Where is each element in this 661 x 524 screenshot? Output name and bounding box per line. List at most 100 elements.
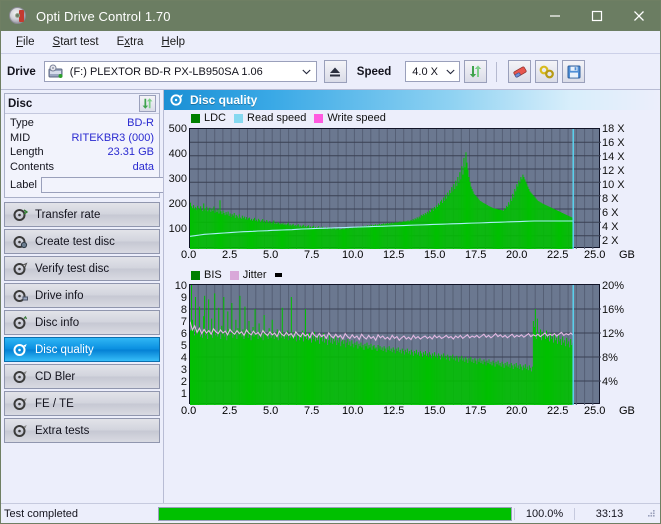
progress-bar (158, 506, 512, 521)
disc-type-value: BD-R (127, 117, 154, 129)
disc-write-icon (11, 234, 29, 250)
minimize-button[interactable] (534, 1, 576, 31)
ldc-xtick-1: 2.5 (222, 249, 238, 261)
menu-file[interactable]: File (7, 33, 44, 51)
sidebar-item-disc-info[interactable]: Disc info (4, 310, 160, 335)
disc-label-row: Label (10, 176, 243, 193)
legend-label-read-speed: Read speed (247, 112, 307, 124)
ldc-xtick-2: 5.0 (263, 249, 279, 261)
legend-label-jitter: Jitter (242, 269, 267, 281)
bis-xtick-10: 25.0 (584, 405, 606, 417)
sidebar-item-label: Disc info (35, 316, 80, 329)
erase-button[interactable] (508, 60, 532, 83)
legend-label-ldc: LDC (204, 112, 227, 124)
disc-arrow-icon (11, 207, 29, 223)
sidebar-item-cd-bler[interactable]: CD Bler (4, 364, 160, 389)
disc-refresh-button[interactable] (139, 95, 156, 112)
ldc-xtick-10: 25.0 (584, 249, 606, 261)
menu-extra-rest: tra (130, 36, 144, 48)
maximize-button[interactable] (576, 1, 618, 31)
sidebar-item-fe-te[interactable]: FE / TE (4, 391, 160, 416)
bis-ytick-4pct: 4% (602, 376, 618, 388)
sidebar-item-verify-test-disc[interactable]: Verify test disc (4, 256, 160, 281)
sidebar-item-transfer-rate[interactable]: Transfer rate (4, 202, 160, 227)
sidebar-item-drive-info[interactable]: Drive info (4, 283, 160, 308)
panel-title: Disc quality (190, 93, 258, 107)
ldc-ytick-14x: 14 X (602, 151, 625, 163)
bis-ytick-8: 8 (180, 304, 187, 316)
sidebar-item-label: Extra tests (35, 424, 90, 437)
sidebar-item-label: FE / TE (35, 397, 74, 410)
drive-select[interactable]: (F:) PLEXTOR BD-R PX-LB950SA 1.06 (43, 61, 317, 82)
disc-properties: Type BD-R MID RITEKBR3 (000) Length 23.3… (5, 114, 243, 197)
ldc-plot-area[interactable] (189, 128, 601, 249)
sidebar-item-disc-quality[interactable]: Disc quality (4, 337, 160, 362)
resize-grip-icon[interactable] (644, 507, 658, 521)
ldc-chart-legend: LDC Read speed Write speed (191, 112, 386, 124)
speed-value: 4.0 X (412, 65, 438, 78)
bis-ytick-3: 3 (180, 364, 187, 376)
disc-row-mid: MID RITEKBR3 (000) (10, 131, 154, 146)
app-window: Opti Drive Control 1.70 File Start test … (0, 0, 661, 524)
progress-fill (159, 507, 511, 520)
close-button[interactable] (618, 1, 660, 31)
bis-ytick-9: 9 (180, 292, 187, 304)
ldc-ytick-200: 200 (168, 198, 187, 210)
sidebar-item-label: Transfer rate (35, 208, 101, 221)
menu-extra[interactable]: Extra (108, 33, 153, 51)
sidebar-item-create-test-disc[interactable]: Create test disc (4, 229, 160, 254)
bis-ytick-7: 7 (180, 316, 187, 328)
menu-help-rest: elp (169, 36, 186, 48)
save-button[interactable] (562, 60, 586, 83)
toolbar: Drive (F:) PLEXTOR BD-R PX-LB950SA 1.06 (1, 54, 660, 90)
bis-xtick-4: 10.0 (342, 405, 364, 417)
eject-button[interactable] (323, 60, 347, 83)
sidebar-item-label: Create test disc (35, 235, 115, 248)
legend-swatch-write-speed (314, 113, 324, 123)
ldc-ytick-8x: 8 X (602, 193, 619, 205)
panel-header: Disc quality (164, 90, 660, 110)
speed-select[interactable]: 4.0 X (405, 61, 461, 82)
disc-type-key: Type (10, 117, 34, 129)
elapsed-time: 33:13 (574, 507, 644, 520)
progress-percent: 100.0% (514, 507, 574, 520)
legend-swatch-bis (191, 270, 200, 280)
tools-button[interactable] (535, 60, 559, 83)
ldc-xtick-3: 7.5 (304, 249, 320, 261)
bis-xtick-7: 17.5 (465, 405, 487, 417)
disc-row-length: Length 23.31 GB (10, 145, 154, 160)
chevron-down-icon (298, 62, 316, 81)
disc-length-key: Length (10, 146, 44, 158)
ldc-xtick-5: 12.5 (383, 249, 405, 261)
ldc-ytick-12x: 12 X (602, 165, 625, 177)
disc-row-type: Type BD-R (10, 116, 154, 131)
sidebar-item-label: CD Bler (35, 370, 76, 383)
ldc-ytick-400: 400 (168, 148, 187, 160)
bis-ytick-8pct: 8% (602, 352, 618, 364)
menu-bar: File Start test Extra Help (1, 31, 660, 54)
ldc-ytick-2x: 2 X (602, 235, 619, 247)
ldc-xtick-0: 0.0 (181, 249, 197, 261)
refresh-button[interactable] (464, 60, 488, 83)
drive-info-icon (11, 288, 29, 304)
menu-help[interactable]: Help (152, 33, 194, 51)
disc-quality-icon (11, 342, 29, 358)
menu-start-test[interactable]: Start test (44, 33, 108, 51)
bis-xtick-1: 2.5 (222, 405, 238, 417)
ldc-chart: LDC Read speed Write speed 500 400 300 2… (164, 110, 660, 262)
disc-panel: Disc Type BD-R MID RITEKBR3 (000) Length… (4, 93, 243, 198)
bis-plot-area[interactable] (189, 284, 601, 405)
bis-xtick-9: 22.5 (547, 405, 569, 417)
ldc-ytick-6x: 6 X (602, 207, 619, 219)
disc-fete-icon (11, 396, 29, 412)
ldc-xtick-8: 20.0 (506, 249, 528, 261)
speed-label: Speed (356, 65, 392, 78)
bis-ytick-12pct: 12% (602, 328, 625, 340)
bis-xtick-3: 7.5 (304, 405, 320, 417)
disc-panel-title: Disc (8, 97, 33, 110)
ldc-ytick-16x: 16 X (602, 137, 625, 149)
sidebar-item-extra-tests[interactable]: Extra tests (4, 418, 160, 443)
bis-xtick-2: 5.0 (263, 405, 279, 417)
legend-marker (274, 273, 282, 277)
bis-ytick-6: 6 (180, 328, 187, 340)
